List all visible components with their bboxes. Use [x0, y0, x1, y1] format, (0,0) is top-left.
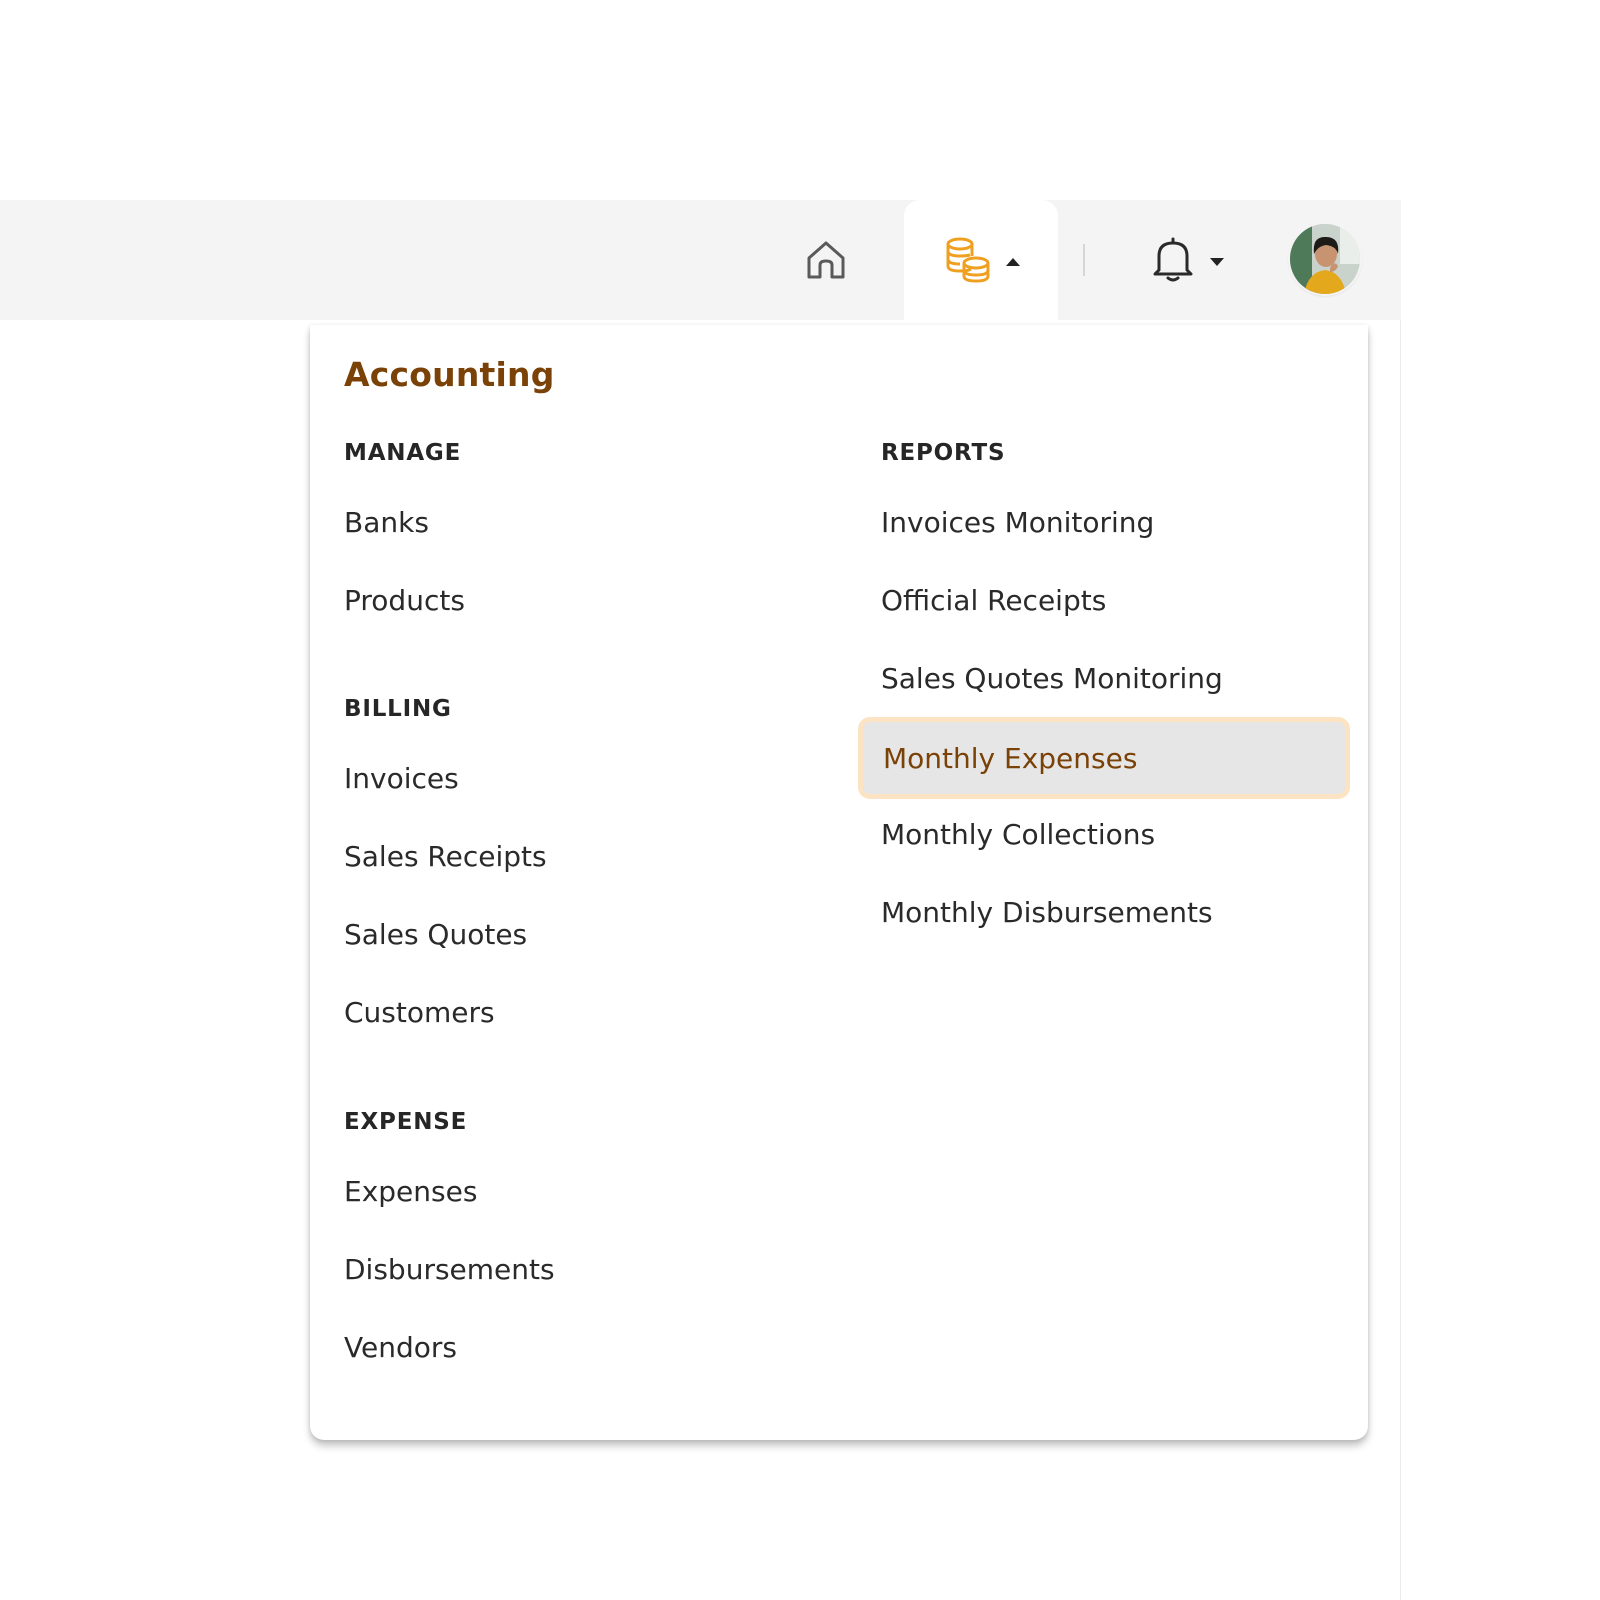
- notifications-button[interactable]: [1142, 234, 1232, 290]
- menu-item-monthly-expenses[interactable]: Monthly Expenses: [858, 717, 1350, 799]
- menu-item-sales-quotes[interactable]: Sales Quotes: [344, 918, 527, 951]
- section-heading-expense: EXPENSE: [344, 1109, 468, 1135]
- caret-up-icon: [1006, 258, 1020, 266]
- menu-item-sales-quotes-monitoring[interactable]: Sales Quotes Monitoring: [881, 662, 1223, 695]
- section-heading-reports: REPORTS: [881, 440, 1006, 466]
- menu-item-banks[interactable]: Banks: [344, 506, 429, 539]
- menu-item-invoices-monitoring[interactable]: Invoices Monitoring: [881, 506, 1154, 539]
- section-heading-manage: MANAGE: [344, 440, 462, 466]
- menu-item-disbursements[interactable]: Disbursements: [344, 1253, 555, 1286]
- menu-item-vendors[interactable]: Vendors: [344, 1331, 457, 1364]
- navbar-divider: [1083, 244, 1085, 276]
- dropdown-title: Accounting: [344, 355, 555, 394]
- home-icon: [803, 237, 849, 287]
- menu-item-monthly-disbursements[interactable]: Monthly Disbursements: [881, 896, 1213, 929]
- menu-item-expenses[interactable]: Expenses: [344, 1175, 477, 1208]
- section-heading-billing: BILLING: [344, 696, 452, 722]
- menu-item-invoices[interactable]: Invoices: [344, 762, 459, 795]
- accounting-menu-button[interactable]: [934, 234, 1030, 290]
- menu-item-sales-receipts[interactable]: Sales Receipts: [344, 840, 547, 873]
- menu-item-customers[interactable]: Customers: [344, 996, 495, 1029]
- bell-icon: [1150, 236, 1196, 288]
- content-edge: [1400, 200, 1401, 1600]
- home-button[interactable]: [796, 234, 856, 290]
- accounting-dropdown: Accounting MANAGE Banks Products BILLING…: [310, 325, 1368, 1440]
- caret-down-icon: [1210, 258, 1224, 266]
- page: Accounting MANAGE Banks Products BILLING…: [0, 0, 1600, 1600]
- coins-stack-icon: [944, 236, 992, 288]
- user-avatar[interactable]: [1290, 224, 1360, 294]
- menu-item-monthly-collections[interactable]: Monthly Collections: [881, 818, 1155, 851]
- menu-item-monthly-expenses-label: Monthly Expenses: [883, 741, 1138, 775]
- menu-item-products[interactable]: Products: [344, 584, 465, 617]
- menu-item-official-receipts[interactable]: Official Receipts: [881, 584, 1106, 617]
